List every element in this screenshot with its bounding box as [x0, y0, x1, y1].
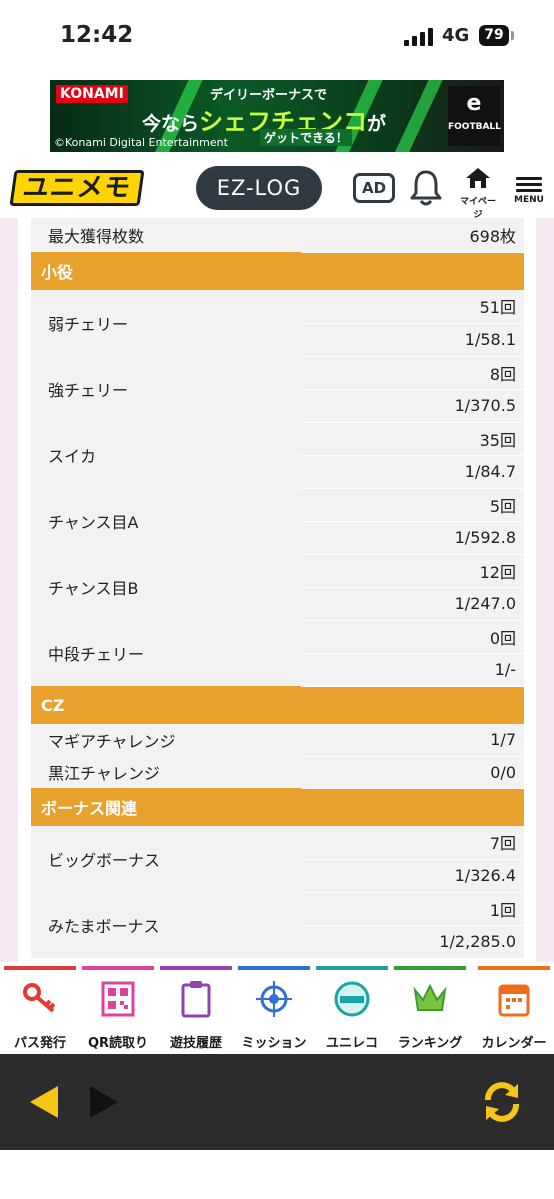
browser-toolbar: [0, 1054, 554, 1150]
table-row: みたまボーナス 1回: [31, 892, 524, 958]
row-label: 中段チェリー: [31, 620, 301, 686]
mypage-button[interactable]: マイページ: [456, 166, 500, 220]
banner-copyright: ©Konami Digital Entertainment: [54, 136, 228, 149]
tab-calendar[interactable]: カレンダー: [478, 962, 550, 1054]
table-row: チャンス目A 5回: [31, 488, 524, 554]
prob-value: 1/326.4: [301, 859, 524, 893]
row-label: チャンス目B: [31, 554, 301, 620]
forward-arrow-icon[interactable]: [88, 1084, 120, 1120]
section-header: 小役: [31, 252, 524, 290]
ezlog-button[interactable]: EZ-LOG: [196, 166, 322, 210]
prob-value: 1/370.5: [301, 389, 524, 423]
stats-table: 最大獲得枚数 698枚 小役 弱チェリー 51回 1/58.1 強チェリー 8回 1…: [31, 218, 524, 959]
table-row: 弱チェリー 51回: [31, 290, 524, 356]
row-label: 最大獲得枚数: [31, 218, 301, 252]
table-row: ビッグボーナス 7回: [31, 826, 524, 892]
row-value: 0/0: [301, 756, 524, 789]
row-value: 698枚: [301, 218, 524, 253]
count-value: 7回: [301, 826, 524, 860]
section-header: ボーナス関連: [31, 788, 524, 826]
row-label: 弱チェリー: [31, 290, 301, 356]
count-value: 12回: [301, 554, 524, 588]
bottom-tabbar: パス発行 QR読取り 遊技履歴 ミッション ユニレコ ランキング カレンダー: [0, 962, 554, 1054]
tab-ranking[interactable]: ランキング: [394, 962, 466, 1054]
key-icon: [23, 983, 56, 1013]
prob-value: 1/2,285.0: [301, 925, 524, 959]
row-label: 強チェリー: [31, 356, 301, 422]
unimemo-logo[interactable]: ユニメモ: [9, 170, 145, 206]
qr-icon: [101, 981, 135, 1017]
app-header: ユニメモ EZ-LOG AD マイページ MENU: [0, 160, 554, 220]
efootball-logo: e FOOTBALL: [448, 86, 501, 146]
ad-banner[interactable]: KONAMI デイリーボーナスで 今ならシェフチェンコが ゲットできる！ ©Ko…: [50, 80, 504, 152]
count-value: 35回: [301, 422, 524, 456]
menu-label: MENU: [514, 195, 544, 205]
table-row: マギアチャレンジ 1/7: [31, 724, 524, 757]
prob-value: 1/247.0: [301, 587, 524, 621]
section-header: CZ: [31, 686, 524, 724]
table-row: チャンス目B 12回: [31, 554, 524, 620]
table-row: 黒江チャレンジ 0/0: [31, 756, 524, 789]
prob-value: 1/-: [301, 653, 524, 687]
row-value: 1/7: [301, 724, 524, 757]
banner-line1: デイリーボーナスで: [210, 88, 328, 103]
row-label: スイカ: [31, 422, 301, 488]
signal-icon: [404, 28, 436, 46]
calendar-icon: [498, 984, 530, 1017]
row-label: 黒江チャレンジ: [31, 756, 301, 788]
bottom-safe-area: [0, 1150, 554, 1199]
battery-tip: [511, 31, 514, 40]
row-label: ビッグボーナス: [31, 826, 301, 892]
tab-unireco[interactable]: ユニレコ: [316, 962, 388, 1054]
prob-value: 1/592.8: [301, 521, 524, 555]
table-row: 最大獲得枚数 698枚: [31, 218, 524, 253]
table-row: 強チェリー 8回: [31, 356, 524, 422]
menu-button[interactable]: MENU: [510, 170, 548, 205]
prob-value: 1/84.7: [301, 455, 524, 489]
back-arrow-icon[interactable]: [28, 1084, 60, 1120]
tab-pass[interactable]: パス発行: [4, 962, 76, 1054]
home-icon: [466, 168, 490, 188]
target-icon: [256, 981, 292, 1017]
content-area[interactable]: 最大獲得枚数 698枚 小役 弱チェリー 51回 1/58.1 強チェリー 8回 1…: [0, 218, 554, 962]
table-row: スイカ 35回: [31, 422, 524, 488]
count-value: 5回: [301, 488, 524, 522]
tab-qr[interactable]: QR読取り: [82, 962, 154, 1054]
count-value: 8回: [301, 356, 524, 390]
konami-logo: KONAMI: [56, 85, 128, 103]
count-value: 1回: [301, 892, 524, 926]
count-value: 51回: [301, 290, 524, 324]
unireco-icon: [334, 981, 370, 1017]
table-row: 中段チェリー 0回: [31, 620, 524, 686]
mypage-label: マイページ: [459, 197, 496, 220]
row-label: チャンス目A: [31, 488, 301, 554]
count-value: 0回: [301, 620, 524, 654]
ad-button[interactable]: AD: [353, 173, 395, 203]
prob-value: 1/58.1: [301, 323, 524, 357]
reload-icon[interactable]: [478, 1078, 526, 1126]
status-bar: 12:42 4G 79: [0, 0, 554, 70]
tab-history[interactable]: 遊技履歴: [160, 962, 232, 1054]
battery-icon: 79: [479, 25, 509, 46]
row-label: みたまボーナス: [31, 892, 301, 958]
clipboard-icon: [181, 981, 211, 1018]
row-label: マギアチャレンジ: [31, 724, 301, 756]
status-time: 12:42: [60, 22, 134, 48]
hamburger-icon: [510, 170, 548, 192]
banner-line3: ゲットできる！: [260, 129, 352, 146]
tab-mission[interactable]: ミッション: [238, 962, 310, 1054]
crown-icon: [413, 983, 447, 1011]
network-type: 4G: [442, 25, 470, 46]
bell-icon[interactable]: [408, 168, 444, 208]
